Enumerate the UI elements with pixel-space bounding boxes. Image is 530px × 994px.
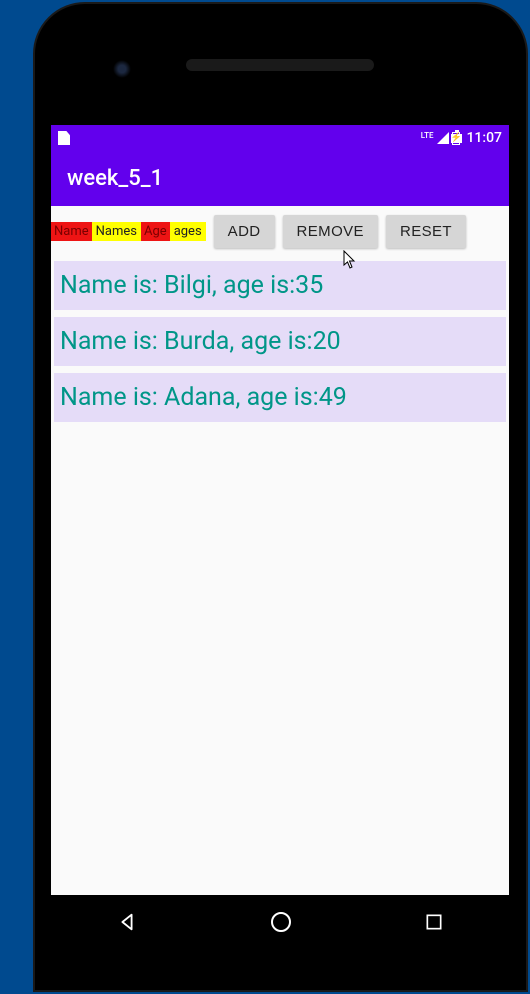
name-input[interactable]: Names [92, 222, 141, 241]
list-item[interactable]: Name is: Burda, age is:20 [54, 317, 506, 366]
list-item[interactable]: Name is: Adana, age is:49 [54, 373, 506, 422]
reset-button[interactable]: RESET [386, 215, 466, 248]
speaker-icon [186, 59, 374, 71]
app-bar: week_5_1 [51, 151, 509, 206]
nav-recent-button[interactable] [424, 912, 444, 936]
add-button[interactable]: ADD [214, 215, 275, 248]
app-content: Name Names Age ages ADD REMOVE RESET Nam… [51, 206, 509, 895]
notification-icon [58, 131, 70, 145]
buttons-group: ADD REMOVE RESET [214, 215, 509, 248]
age-input[interactable]: ages [170, 222, 206, 241]
items-list[interactable]: Name is: Bilgi, age is:35 Name is: Burda… [51, 258, 509, 422]
list-item[interactable]: Name is: Bilgi, age is:35 [54, 261, 506, 310]
remove-button[interactable]: REMOVE [283, 215, 378, 248]
nav-back-button[interactable] [116, 911, 138, 937]
nav-home-button[interactable] [269, 910, 293, 938]
clock-label: 11:07 [466, 130, 502, 146]
camera-icon [113, 60, 131, 78]
name-label: Name [51, 222, 92, 241]
status-left [58, 131, 70, 145]
status-bar: LTE ⚡ 11:07 [51, 125, 509, 151]
inputs-group: Name Names Age ages [51, 215, 206, 248]
signal-icon [437, 132, 449, 144]
navigation-bar [51, 895, 509, 952]
battery-icon: ⚡ [452, 132, 460, 145]
status-right: LTE ⚡ 11:07 [421, 130, 502, 146]
device-screen: LTE ⚡ 11:07 week_5_1 Name Names Age ages… [51, 125, 509, 895]
app-title: week_5_1 [67, 166, 163, 191]
controls-row: Name Names Age ages ADD REMOVE RESET [51, 206, 509, 248]
lte-label: LTE [421, 131, 434, 140]
charging-icon: ⚡ [451, 134, 462, 143]
age-label: Age [141, 222, 170, 241]
